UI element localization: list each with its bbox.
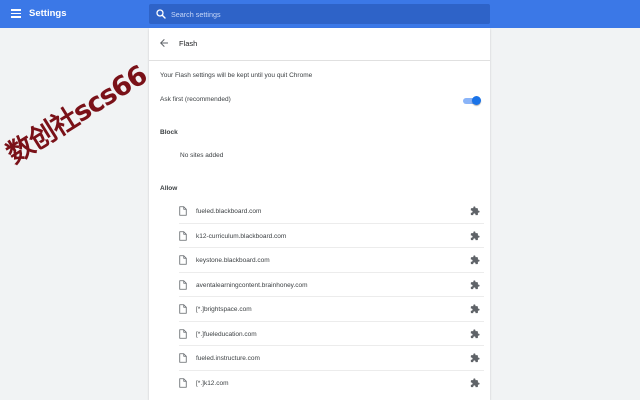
allow-row[interactable]: [*.]k12.com [179, 371, 484, 396]
ask-first-label: Ask first (recommended) [160, 96, 231, 103]
site-text: aventalearningcontent.brainhoney.com [196, 281, 308, 289]
puzzle-extension-icon[interactable] [470, 230, 480, 241]
allow-heading: Allow [160, 185, 178, 192]
site-text: [*.]brightspace.com [196, 306, 252, 313]
puzzle-extension-icon[interactable] [470, 353, 480, 363]
allow-row[interactable]: aventalearningcontent.brainhoney.com [179, 273, 484, 297]
puzzle-extension-icon[interactable] [470, 206, 480, 216]
puzzle-extension-icon[interactable] [470, 328, 480, 339]
site-text: fueled.instructure.com [196, 355, 260, 362]
site-text: k12-curriculum.blackboard.com [196, 232, 287, 240]
file-icon [179, 353, 187, 363]
file-icon [179, 206, 187, 216]
session-note: Your Flash settings will be kept until y… [160, 72, 313, 79]
top-app-bar: Settings [0, 0, 640, 28]
puzzle-extension-icon[interactable] [470, 255, 480, 265]
allow-row[interactable]: fueled.instructure.com [179, 346, 484, 371]
file-icon [179, 230, 187, 241]
arrow-back-icon[interactable] [158, 37, 170, 49]
site-text: [*.]fueleducation.com [196, 330, 257, 338]
allow-row[interactable]: k12-curriculum.blackboard.com [179, 224, 484, 248]
search-input[interactable] [171, 6, 481, 22]
toggle-knob [472, 96, 481, 105]
puzzle-extension-icon[interactable] [470, 377, 480, 388]
watermark: 数创社scs66 [1, 59, 153, 171]
header-divider [149, 60, 490, 61]
block-heading: Block [160, 129, 178, 136]
block-empty-text: No sites added [180, 152, 224, 159]
puzzle-extension-icon[interactable] [470, 279, 480, 290]
site-text: keystone.blackboard.com [196, 257, 270, 264]
puzzle-extension-icon[interactable] [470, 304, 480, 314]
allow-row[interactable]: [*.]brightspace.com [179, 297, 484, 322]
site-text: fueled.blackboard.com [196, 208, 262, 215]
ask-first-toggle[interactable] [462, 96, 481, 105]
allow-row[interactable]: keystone.blackboard.com [179, 248, 484, 273]
allow-list: fueled.blackboard.com k12-curriculum.bla… [179, 199, 484, 395]
app-title: Settings [29, 8, 67, 19]
file-icon [179, 304, 187, 314]
allow-row[interactable]: [*.]fueleducation.com [179, 322, 484, 346]
allow-row[interactable]: fueled.blackboard.com [179, 199, 484, 224]
site-text: [*.]k12.com [196, 379, 229, 387]
hamburger-menu-icon[interactable] [9, 7, 23, 21]
search-box[interactable] [149, 4, 490, 24]
file-icon [179, 328, 187, 339]
file-icon [179, 279, 187, 290]
search-icon [156, 9, 166, 19]
page-title: Flash [179, 39, 198, 48]
file-icon [179, 255, 187, 265]
file-icon [179, 377, 187, 388]
flash-settings-card: Flash Your Flash settings will be kept u… [149, 28, 490, 400]
